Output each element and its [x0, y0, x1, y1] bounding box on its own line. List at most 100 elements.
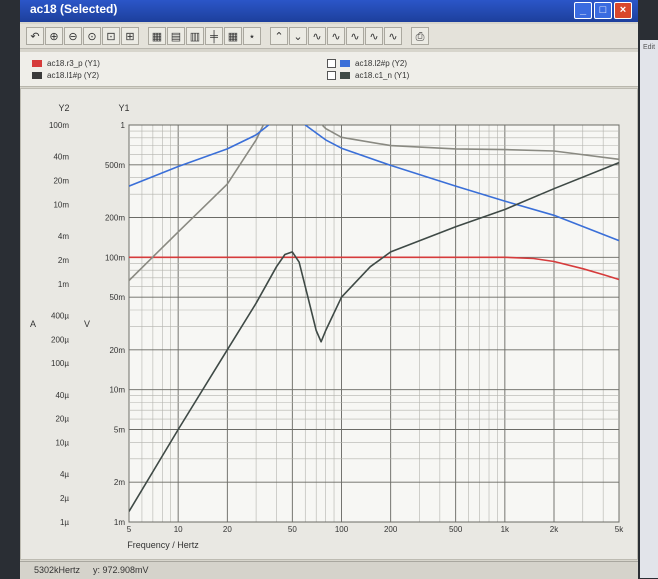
y2-tick-label: 40µ	[55, 391, 69, 400]
grid-icon: ▦	[151, 31, 163, 43]
y1-tick-label: 1m	[114, 518, 125, 527]
maximize-button[interactable]: □	[594, 2, 612, 19]
wave-e-button[interactable]: ∿	[384, 27, 402, 45]
table-icon: ▦	[227, 31, 239, 43]
legend-checkbox[interactable]	[327, 71, 336, 81]
y2-axis-title: Y2	[58, 103, 69, 113]
y1-tick-label: 2m	[114, 478, 125, 487]
y2-tick-label: 100m	[49, 121, 69, 130]
y1-axis-title: Y1	[118, 103, 129, 113]
cursor-a-button[interactable]: ⊡	[102, 27, 120, 45]
y2-unit-label: A	[30, 319, 36, 329]
y1-tick-label: 5m	[114, 426, 125, 435]
y2-tick-label: 40m	[53, 153, 69, 162]
grid-major-button[interactable]: ▥	[186, 27, 204, 45]
grid-button[interactable]: ▦	[148, 27, 166, 45]
zoom-in-button[interactable]: ⊕	[45, 27, 63, 45]
legend-label: ac18.c1_n (Y1)	[355, 71, 410, 80]
y1-tick-label: 10m	[109, 386, 125, 395]
close-button[interactable]: ×	[614, 2, 632, 19]
legend-item-l2[interactable]: ac18.l2#p (Y2)	[327, 58, 407, 69]
status-y-readout: y: 972.908mV	[93, 565, 149, 575]
zoom-out-button[interactable]: ⊖	[64, 27, 82, 45]
wave-a-button[interactable]: ∿	[308, 27, 326, 45]
x-tick-label: 50	[288, 525, 297, 534]
print-icon: ⎙	[415, 31, 425, 43]
edit-menu[interactable]: Edit	[643, 44, 655, 51]
wave-c-button[interactable]: ∿	[346, 27, 364, 45]
x-tick-label: 1k	[501, 525, 510, 534]
legend-swatch	[32, 60, 42, 68]
wave-b-icon: ∿	[331, 31, 341, 43]
y1-tick-label: 50m	[109, 293, 125, 302]
legend-item-l1[interactable]: ac18.l1#p (Y2)	[32, 70, 99, 81]
legend-item-r3[interactable]: ac18.r3_p (Y1)	[32, 58, 100, 69]
legend-swatch	[340, 60, 350, 68]
legend-label: ac18.l2#p (Y2)	[355, 59, 408, 68]
y2-tick-label: 100µ	[51, 359, 69, 368]
title-bar[interactable]: ac18 (Selected) _ □ ×	[20, 0, 638, 22]
markers-button[interactable]: ⋆	[243, 27, 261, 45]
window-title: ac18 (Selected)	[30, 2, 118, 16]
valley-icon: ⌄	[293, 31, 303, 43]
legend-checkbox[interactable]	[327, 59, 336, 69]
x-tick-label: 5	[127, 525, 132, 534]
wave-c-icon: ∿	[350, 31, 360, 43]
wave-b-button[interactable]: ∿	[327, 27, 345, 45]
undo-icon: ↶	[30, 31, 40, 43]
waveform-window: ac18 (Selected) _ □ × ↶ ⊕ ⊖ ⊙ ⊡ ⊞ ▦ ▤ ▥ ╪ ▦ ⋆ ⌃ ⌄ ∿ ∿ ∿ ∿…	[20, 0, 638, 579]
y2-tick-label: 400µ	[51, 311, 69, 320]
y2-tick-label: 2m	[58, 256, 69, 265]
markers-icon: ⋆	[248, 31, 256, 43]
wave-a-icon: ∿	[312, 31, 322, 43]
x-tick-label: 200	[384, 525, 398, 534]
wave-d-icon: ∿	[369, 31, 379, 43]
x-tick-label: 100	[335, 525, 349, 534]
undo-button[interactable]: ↶	[26, 27, 44, 45]
zoom-in-icon: ⊕	[49, 31, 59, 43]
grid-minor-icon: ▤	[170, 31, 182, 43]
zoom-fit-button[interactable]: ⊙	[83, 27, 101, 45]
zoom-out-icon: ⊖	[68, 31, 78, 43]
cursor-b-icon: ⊞	[125, 31, 135, 43]
x-tick-label: 2k	[550, 525, 559, 534]
y2-tick-label: 20µ	[55, 415, 69, 424]
x-tick-label: 500	[449, 525, 463, 534]
table-button[interactable]: ▦	[224, 27, 242, 45]
y2-tick-label: 2µ	[60, 494, 69, 503]
x-tick-label: 20	[223, 525, 232, 534]
legend-item-c1[interactable]: ac18.c1_n (Y1)	[327, 70, 409, 81]
chart[interactable]: 5 10 20 50 100 200 500 1k 2k 5k 1 500m 200m 100m 50m 20…	[21, 89, 637, 559]
axis-icon: ╪	[210, 31, 218, 43]
y2-tick-label: 20m	[53, 176, 69, 185]
y2-tick-label: 4m	[58, 232, 69, 241]
y1-unit-label: V	[84, 319, 90, 329]
y1-tick-label: 20m	[109, 346, 125, 355]
zoom-fit-icon: ⊙	[87, 31, 97, 43]
wave-d-button[interactable]: ∿	[365, 27, 383, 45]
valley-button[interactable]: ⌄	[289, 27, 307, 45]
minimize-button[interactable]: _	[574, 2, 592, 19]
y2-tick-label: 1µ	[60, 518, 69, 527]
peak-button[interactable]: ⌃	[270, 27, 288, 45]
status-x-readout: 5302kHertz	[34, 565, 81, 575]
legend: ac18.r3_p (Y1) ac18.l1#p (Y2) ac18.l2#p …	[20, 52, 638, 87]
legend-swatch	[340, 72, 350, 80]
grid-minor-button[interactable]: ▤	[167, 27, 185, 45]
y2-tick-label: 4µ	[60, 470, 69, 479]
wave-e-icon: ∿	[388, 31, 398, 43]
cursor-a-icon: ⊡	[106, 31, 116, 43]
cursor-b-button[interactable]: ⊞	[121, 27, 139, 45]
x-tick-label: 10	[174, 525, 183, 534]
y2-tick-label: 1m	[58, 280, 69, 289]
plot-pane[interactable]: 5 10 20 50 100 200 500 1k 2k 5k 1 500m 200m 100m 50m 20…	[20, 88, 638, 560]
y2-tick-label: 10µ	[55, 439, 69, 448]
y1-tick-label: 1	[121, 121, 126, 130]
side-panel: Edit	[640, 40, 658, 578]
legend-swatch	[32, 72, 42, 80]
axis-button[interactable]: ╪	[205, 27, 223, 45]
print-button[interactable]: ⎙	[411, 27, 429, 45]
legend-label: ac18.r3_p (Y1)	[47, 59, 100, 68]
status-bar: 5302kHertz y: 972.908mV	[20, 561, 638, 579]
peak-icon: ⌃	[274, 31, 284, 43]
